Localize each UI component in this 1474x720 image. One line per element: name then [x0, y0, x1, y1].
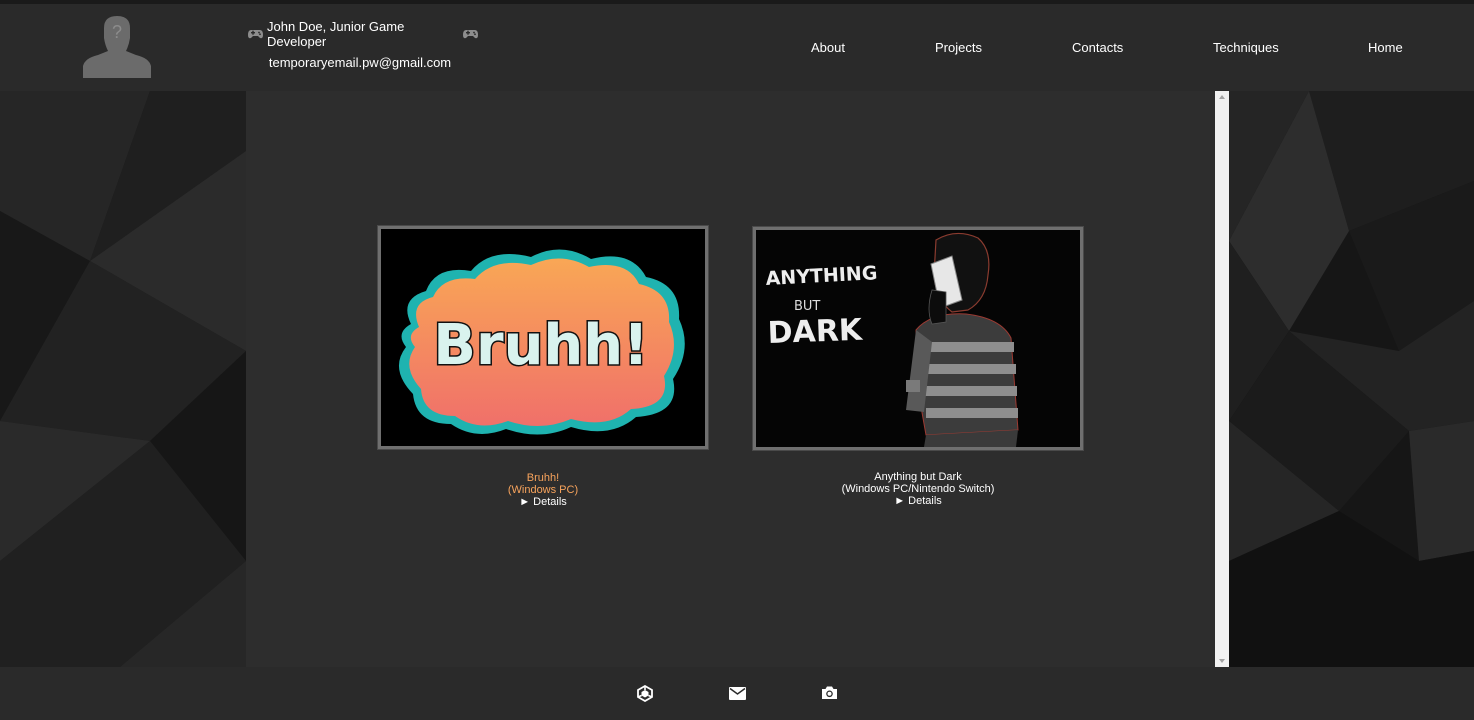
abd-logo-line2: BUT: [794, 299, 820, 314]
project-platform: (Windows PC): [507, 484, 579, 496]
scroll-thumb[interactable]: [1217, 103, 1227, 655]
details-toggle[interactable]: ► Details: [448, 496, 638, 508]
nav-contacts[interactable]: Contacts: [1072, 40, 1123, 55]
project-caption-bruhh: Bruhh! (Windows PC) ► Details: [448, 472, 638, 508]
nav-home[interactable]: Home: [1368, 40, 1403, 55]
nav-projects[interactable]: Projects: [935, 40, 982, 55]
scroll-down-arrow-icon[interactable]: [1219, 659, 1225, 663]
polygon-background: [1229, 91, 1474, 667]
camera-icon[interactable]: [821, 685, 839, 701]
project-thumbnail-bruhh[interactable]: Bruhh!: [377, 225, 709, 450]
background-pattern-right: [1229, 91, 1474, 667]
mail-icon[interactable]: [729, 687, 747, 703]
gamepad-icon: [463, 30, 478, 39]
polygon-background: [0, 91, 246, 667]
projects-panel: Bruhh! ANYTHING BUT DARK Bruhh! (Windows…: [246, 91, 1215, 667]
svg-text:?: ?: [112, 22, 122, 42]
unity-icon[interactable]: [636, 684, 654, 703]
project-platform: (Windows PC/Nintendo Switch): [841, 483, 995, 495]
site-footer: [0, 667, 1474, 720]
nav-techniques[interactable]: Techniques: [1213, 40, 1279, 55]
background-pattern-left: [0, 91, 246, 667]
site-header: ? John Doe, Junior Game Developer tempor…: [0, 4, 1474, 91]
details-toggle[interactable]: ► Details: [818, 495, 1018, 507]
project-title: Anything but Dark: [874, 471, 962, 483]
scroll-up-arrow-icon[interactable]: [1219, 95, 1225, 99]
abd-logo-line3: DARK: [767, 313, 864, 351]
bruhh-logo-text: Bruhh!: [433, 313, 648, 378]
anything-but-dark-artwork: ANYTHING BUT DARK: [756, 230, 1080, 447]
bruhh-artwork: Bruhh!: [381, 229, 705, 446]
gamepad-icon: [248, 30, 263, 39]
project-caption-anything-but-dark: Anything but Dark (Windows PC/Nintendo S…: [818, 471, 1018, 507]
scrollbar[interactable]: [1215, 91, 1229, 667]
main-nav: About Projects Contacts Techniques Home: [0, 40, 1474, 60]
project-thumbnail-anything-but-dark[interactable]: ANYTHING BUT DARK: [752, 226, 1084, 451]
nav-about[interactable]: About: [811, 40, 845, 55]
project-title: Bruhh!: [526, 472, 560, 484]
